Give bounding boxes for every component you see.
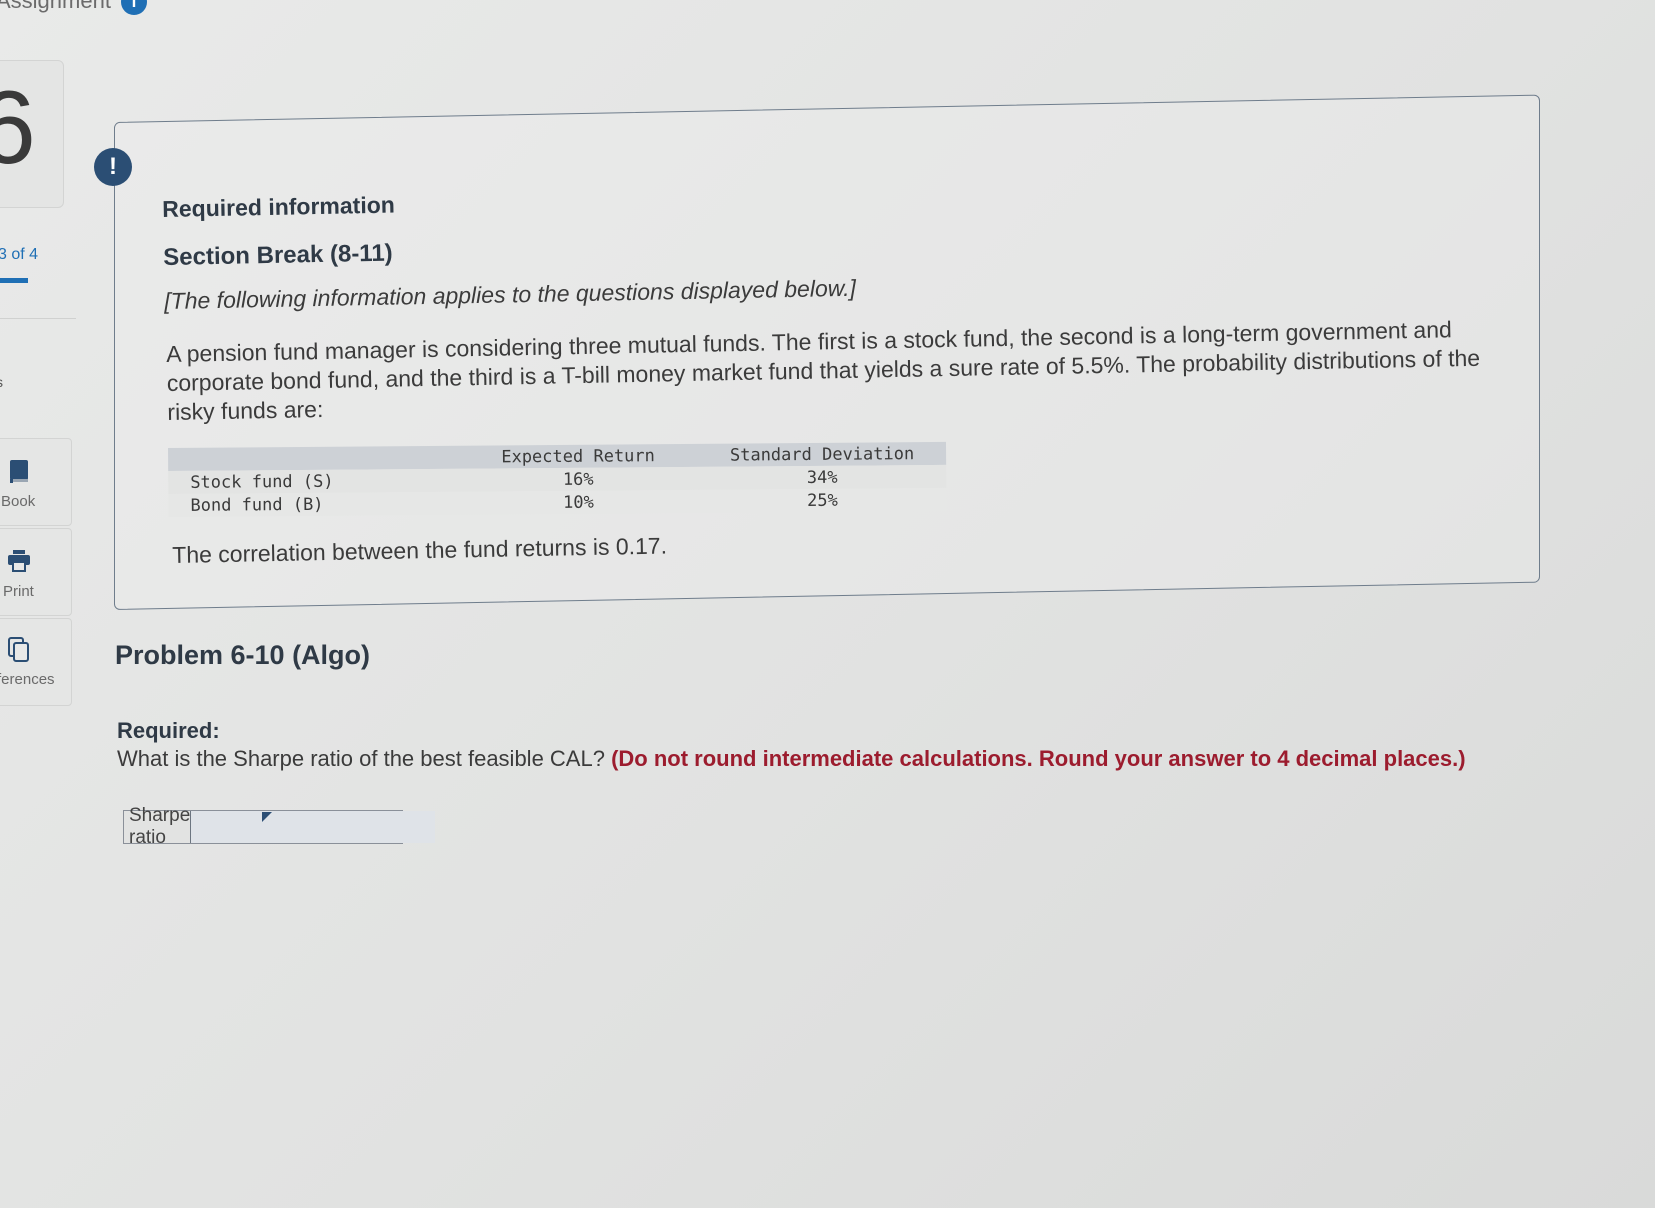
book-icon — [10, 460, 28, 483]
table-cell: 10% — [563, 492, 594, 513]
section-break-heading: Section Break (8-11) — [163, 239, 393, 271]
print-label: Print — [3, 583, 34, 600]
table-cell: 25% — [806, 490, 838, 511]
alert-icon: ! — [94, 148, 132, 186]
table-cell: 34% — [806, 467, 838, 488]
assignment-title: Assignment — [0, 0, 111, 13]
table-header-cell: Standard Deviation — [729, 443, 915, 466]
table-cell: Stock fund (S) — [190, 471, 334, 493]
sidebar-divider — [0, 318, 76, 319]
required-information-heading: Required information — [162, 191, 396, 222]
table-header-cell — [168, 457, 458, 459]
table-header-cell: Expected Return — [501, 445, 655, 467]
book-label: Book — [1, 493, 36, 510]
info-icon[interactable]: i — [121, 0, 147, 15]
required-label: Required: — [117, 718, 220, 743]
table-cell: Bond fund (B) — [190, 494, 324, 516]
question-text: What is the Sharpe ratio of the best fea… — [117, 746, 605, 771]
question-progress-bar — [0, 278, 28, 283]
table-cell: 16% — [562, 469, 594, 490]
book-button[interactable]: Book — [0, 438, 72, 526]
sharpe-ratio-label: Sharpe ratio — [124, 805, 192, 848]
sidebar-marker: s — [0, 374, 3, 390]
sharpe-ratio-input[interactable] — [191, 811, 436, 843]
rounding-instruction: (Do not round intermediate calculations.… — [611, 746, 1466, 771]
references-icon — [8, 637, 29, 662]
input-corner-marker — [262, 812, 272, 822]
fund-distribution-table: Expected Return Standard Deviation Stock… — [168, 441, 947, 517]
references-label: ferences — [0, 671, 55, 688]
question-progress-text: 3 of 4 — [0, 246, 39, 263]
references-button[interactable]: ferences — [0, 618, 72, 706]
question-number: 6 — [0, 70, 36, 186]
problem-title: Problem 6-10 (Algo) — [115, 640, 371, 670]
question-line: What is the Sharpe ratio of the best fea… — [117, 746, 1466, 772]
print-button[interactable]: Print — [0, 528, 72, 616]
printer-icon — [8, 550, 30, 572]
